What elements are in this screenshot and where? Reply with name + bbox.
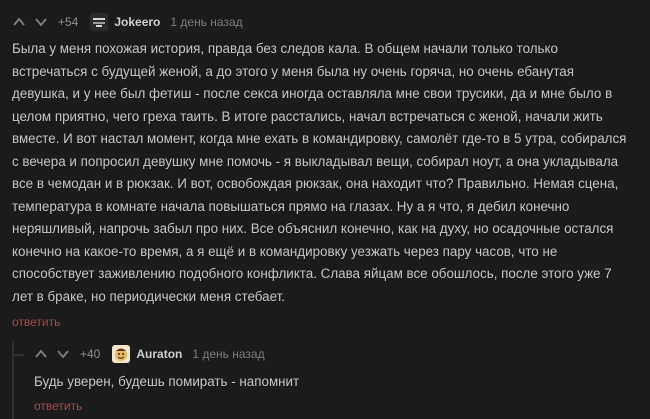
comment-rating: +54 — [58, 15, 79, 29]
thread-branch — [14, 354, 24, 356]
comment-text: Будь уверен, будешь помирать - напомнит — [34, 371, 634, 394]
comment-line: Была у меня похожая история, правда без … — [12, 41, 558, 56]
author-name[interactable]: Auraton — [136, 347, 182, 361]
comment-time: 1 день назад — [192, 347, 265, 361]
author-name[interactable]: Jokeero — [114, 15, 160, 29]
comment-time: 1 день назад — [170, 15, 243, 29]
comment-line: лет в браке, но периодически меня стебае… — [12, 288, 285, 304]
downvote-icon[interactable] — [34, 15, 48, 29]
comment-line: девушка, и у нее был фетиш - после секса… — [12, 86, 613, 101]
vote-controls — [12, 15, 48, 29]
author-avatar[interactable] — [112, 345, 131, 363]
comment-rating: +40 — [80, 347, 101, 361]
downvote-icon[interactable] — [56, 347, 70, 361]
author-avatar[interactable] — [90, 13, 109, 31]
comment-line: все в чемодан и в рюкзак. И вот, освобож… — [12, 176, 619, 191]
comment-line: с вечера и попросил девушку мне помочь -… — [12, 153, 619, 169]
comment-line: Будь уверен, будешь помирать - напомнит — [34, 374, 300, 389]
comment-line: целом приятно, чего греха таить. В итоге… — [12, 108, 603, 124]
comment-line: неряшливый, напрочь забыл про них. Все о… — [12, 221, 614, 236]
vote-controls — [34, 347, 70, 361]
comment-header: +40 Auraton 1 день назад — [34, 344, 265, 364]
comment-line: встречаться с будущей женой, а до этого … — [12, 63, 574, 79]
upvote-icon[interactable] — [12, 15, 26, 29]
comment-line: способствует заживлению подобного конфли… — [12, 266, 612, 281]
thread-line[interactable] — [12, 341, 14, 419]
comment-line: конечно на какое-то время, а я ещё и в к… — [12, 243, 558, 259]
reply-link[interactable]: ответить — [34, 399, 82, 413]
comment-text: Была у меня похожая история, правда без … — [12, 38, 634, 308]
comment-line: вместе. И вот настал момент, когда мне е… — [12, 131, 627, 146]
comment-header: +54 Jokeero 1 день назад — [12, 12, 243, 32]
upvote-icon[interactable] — [34, 347, 48, 361]
reply-link[interactable]: ответить — [12, 315, 60, 329]
comment-line: температура в комнате начала повышаться … — [12, 198, 570, 214]
